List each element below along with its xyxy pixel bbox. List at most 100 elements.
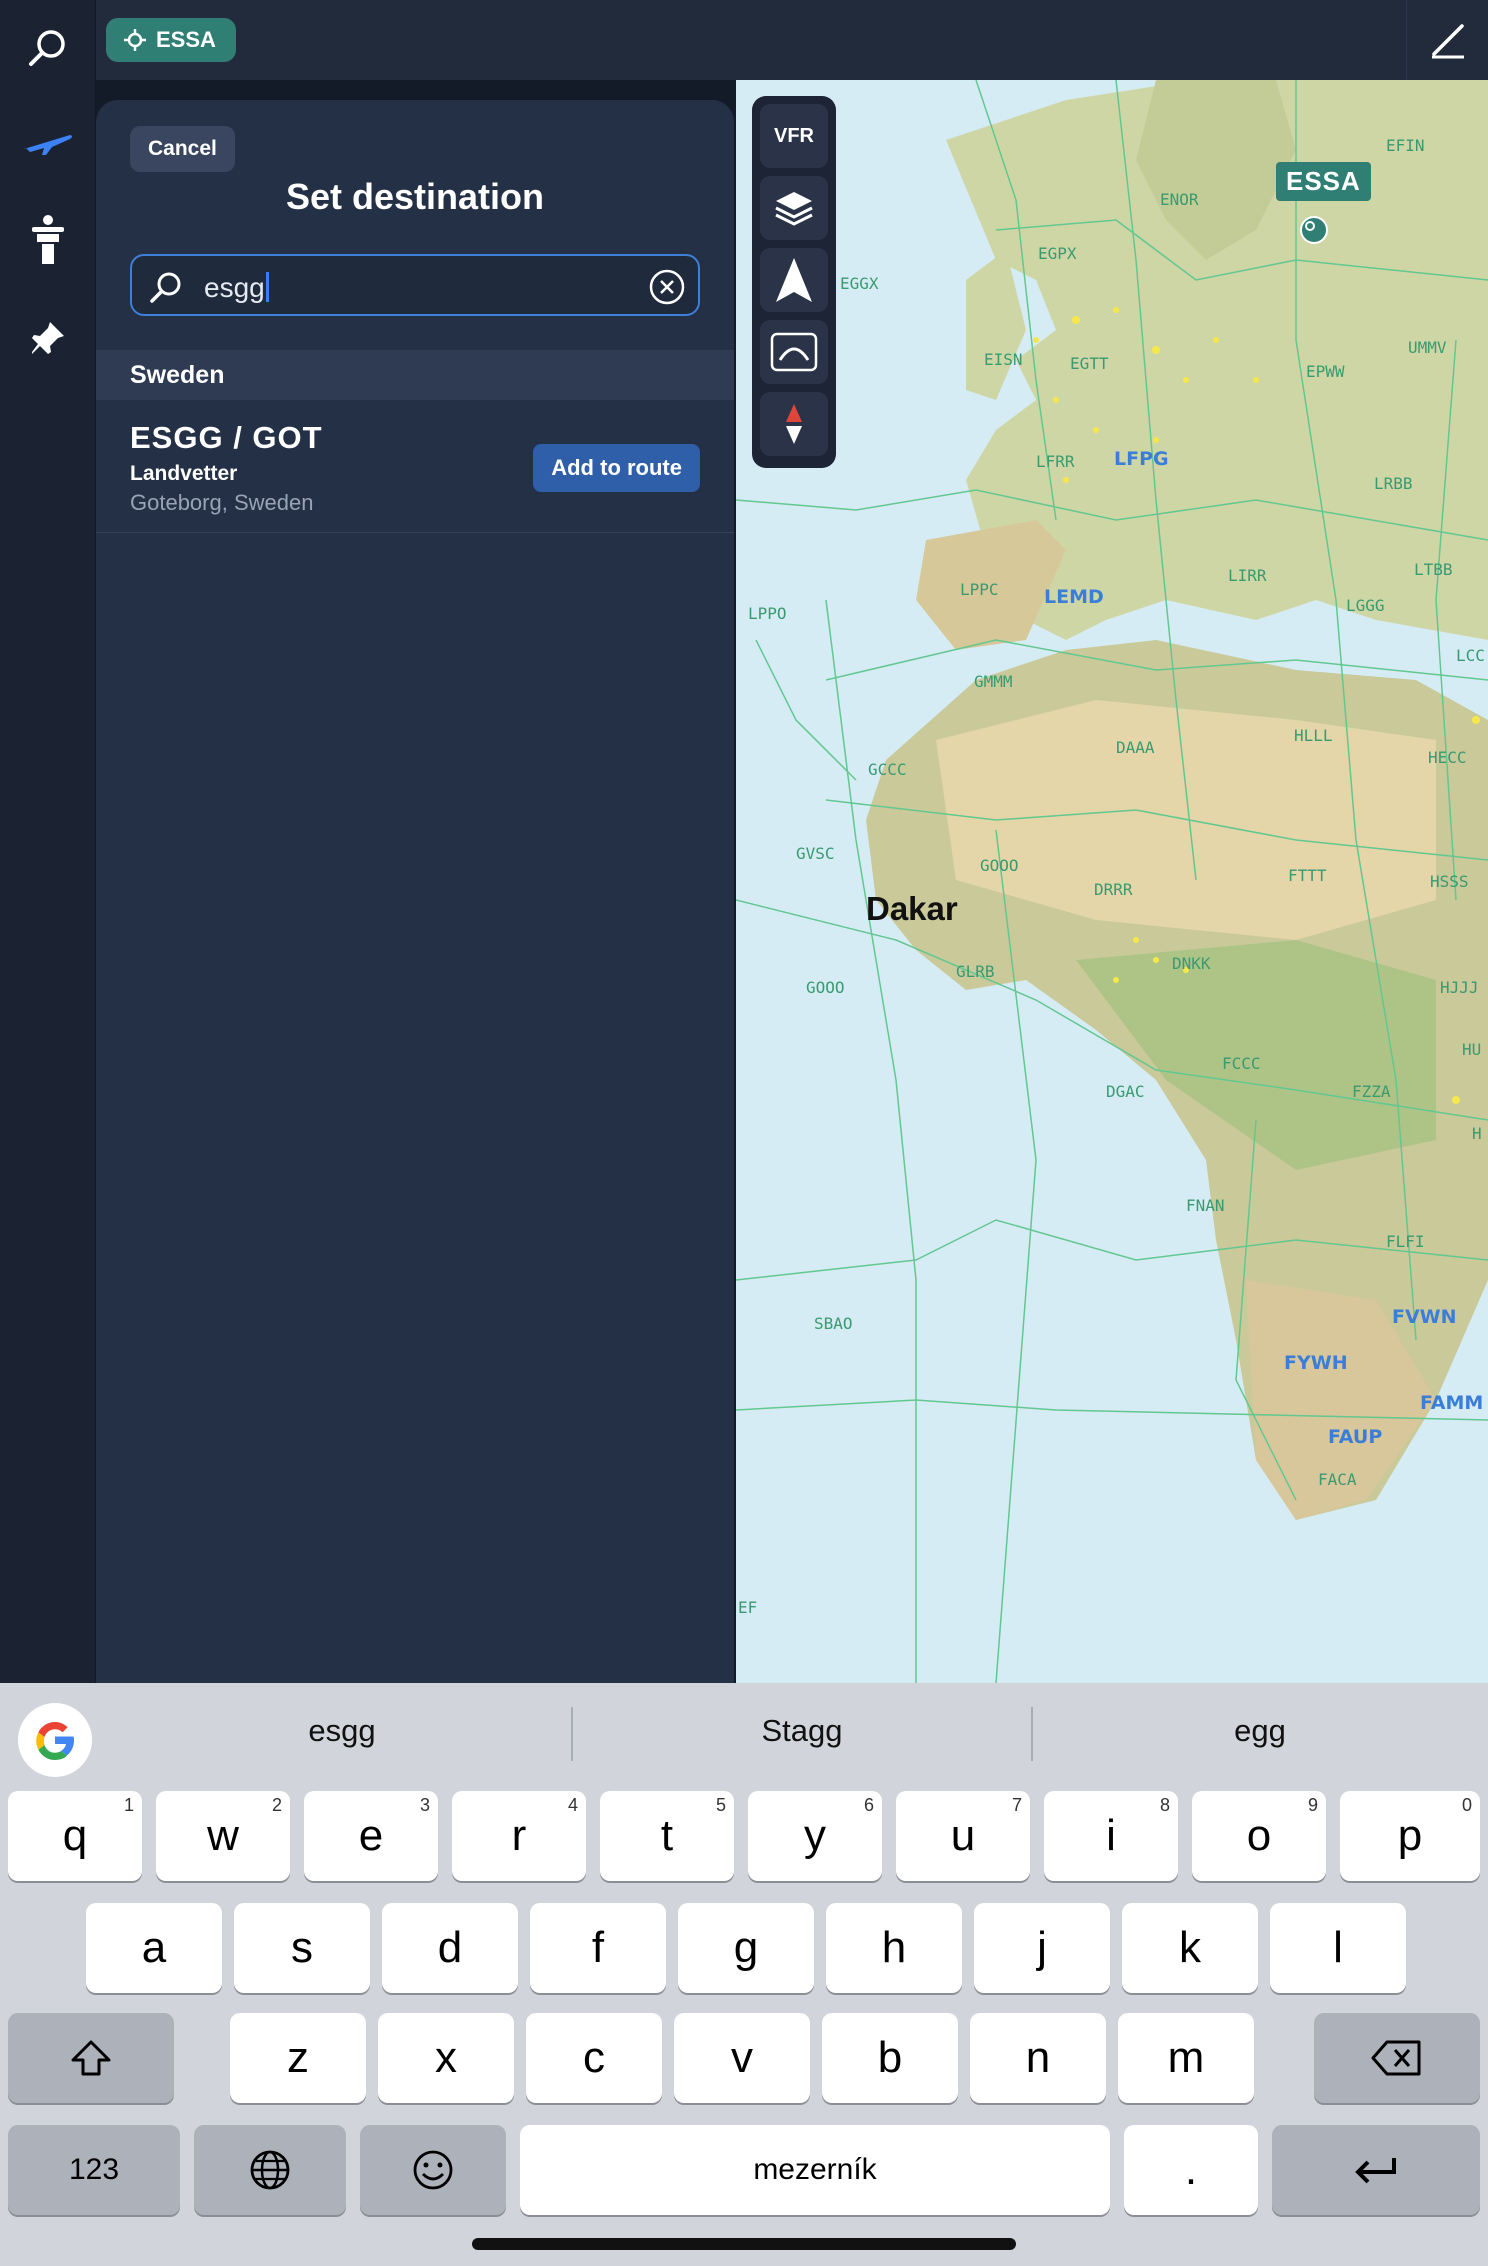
numbers-key[interactable]: 123 [8,2125,180,2215]
key-u[interactable]: u7 [896,1791,1030,1881]
city-label: Dakar [866,890,958,927]
fir-label: DAAA [1116,738,1155,757]
fir-label: LRBB [1374,474,1413,493]
fir-label: GLRB [956,962,995,981]
key-i[interactable]: i8 [1044,1791,1178,1881]
key-y[interactable]: y6 [748,1791,882,1881]
fir-label: LPPO [748,604,787,623]
key-h[interactable]: h [826,1903,962,1993]
section-header: Sweden [96,350,734,400]
suggestion-item[interactable]: egg [1110,1713,1410,1749]
fir-label: HU [1462,1040,1482,1059]
fir-label: EISN [984,350,1023,369]
fir-label: GOOO [806,978,845,997]
period-key[interactable]: . [1124,2125,1258,2215]
clear-icon[interactable] [648,268,686,306]
map-view[interactable]: EFIN ENOR EGPX EGGX EISN EGTT UMMV EPWW … [736,80,1488,1683]
set-destination-sheet: Cancel Set destination esgg Sweden ESGG … [96,100,734,1683]
route-icon[interactable] [760,320,828,384]
airplane-icon[interactable] [18,112,78,172]
key-j[interactable]: j [974,1903,1110,1993]
origin-airport-tag[interactable]: ESSA [1276,162,1371,201]
key-a[interactable]: a [86,1903,222,1993]
fir-label: HJJJ [1440,978,1479,997]
airport-label[interactable]: FAMM [1420,1392,1483,1414]
key-v[interactable]: v [674,2013,810,2103]
key-k[interactable]: k [1122,1903,1258,1993]
key-d[interactable]: d [382,1903,518,1993]
airport-label[interactable]: LEMD [1044,586,1104,608]
key-t[interactable]: t5 [600,1791,734,1881]
key-q[interactable]: q1 [8,1791,142,1881]
control-tower-icon[interactable] [18,210,78,270]
globe-icon [250,2150,290,2190]
fir-label: LFRR [1036,452,1075,471]
key-m[interactable]: m [1118,2013,1254,2103]
airport-label[interactable]: FVWN [1392,1306,1457,1328]
origin-airport-icon[interactable] [1300,216,1328,244]
search-icon[interactable] [18,18,78,78]
key-l[interactable]: l [1270,1903,1406,1993]
key-z[interactable]: z [230,2013,366,2103]
layers-icon[interactable] [760,176,828,240]
key-b[interactable]: b [822,2013,958,2103]
fir-label: UMMV [1408,338,1447,357]
space-key[interactable]: mezerník [520,2125,1110,2215]
fir-label: FZZA [1352,1082,1391,1101]
fir-label: LGGG [1346,596,1385,615]
vfr-button[interactable]: VFR [760,104,828,168]
fir-label: GMMM [974,672,1013,691]
fir-label: GCCC [868,760,907,779]
suggestion-item[interactable]: esgg [192,1713,492,1749]
key-f[interactable]: f [530,1903,666,1993]
add-to-route-button[interactable]: Add to route [533,444,700,492]
cancel-button[interactable]: Cancel [130,126,235,172]
land-britain [966,250,1026,400]
backspace-icon [1371,2040,1421,2076]
pin-icon[interactable] [18,308,78,368]
top-bar: ESSA [96,0,1488,80]
backspace-key[interactable] [1314,2013,1480,2103]
shift-key[interactable] [8,2013,174,2103]
globe-key[interactable] [194,2125,346,2215]
result-row[interactable]: ESGG / GOT Landvetter Goteborg, Sweden A… [96,400,734,533]
key-x[interactable]: x [378,2013,514,2103]
fir-label: HSSS [1430,872,1469,891]
fir-label: DNKK [1172,954,1211,973]
search-icon [150,272,181,303]
fir-label: HLLL [1294,726,1333,745]
airport-label[interactable]: LFPG [1114,448,1169,470]
fir-label: SBAO [814,1314,853,1333]
navigation-arrow-icon[interactable] [760,248,828,312]
key-o[interactable]: o9 [1192,1791,1326,1881]
edit-pencil-icon[interactable] [1406,0,1488,80]
shift-icon [71,2040,111,2076]
search-input[interactable]: esgg [130,254,700,316]
fir-label: DGAC [1106,1082,1145,1101]
return-key[interactable] [1272,2125,1480,2215]
key-g[interactable]: g [678,1903,814,1993]
suggestion-bar: esgg Stagg egg [0,1683,1488,1787]
fir-label: EFIN [1386,136,1425,155]
side-rail [0,0,96,1683]
suggestion-item[interactable]: Stagg [652,1713,952,1749]
fir-label: FTTT [1288,866,1327,885]
google-logo-icon[interactable] [18,1703,92,1777]
airport-label[interactable]: FYWH [1284,1352,1348,1374]
airport-label[interactable]: FAUP [1328,1426,1382,1448]
compass-icon[interactable] [760,392,828,456]
key-p[interactable]: p0 [1340,1791,1480,1881]
fir-label: EGGX [840,274,879,293]
fir-label: FLFI [1386,1232,1425,1251]
sheet-title: Set destination [285,176,545,217]
fir-label: FACA [1318,1470,1357,1489]
origin-chip[interactable]: ESSA [106,18,236,62]
emoji-key[interactable] [360,2125,506,2215]
key-e[interactable]: e3 [304,1791,438,1881]
key-c[interactable]: c [526,2013,662,2103]
key-s[interactable]: s [234,1903,370,1993]
key-r[interactable]: r4 [452,1791,586,1881]
key-n[interactable]: n [970,2013,1106,2103]
fir-label: GOOO [980,856,1019,875]
key-w[interactable]: w2 [156,1791,290,1881]
